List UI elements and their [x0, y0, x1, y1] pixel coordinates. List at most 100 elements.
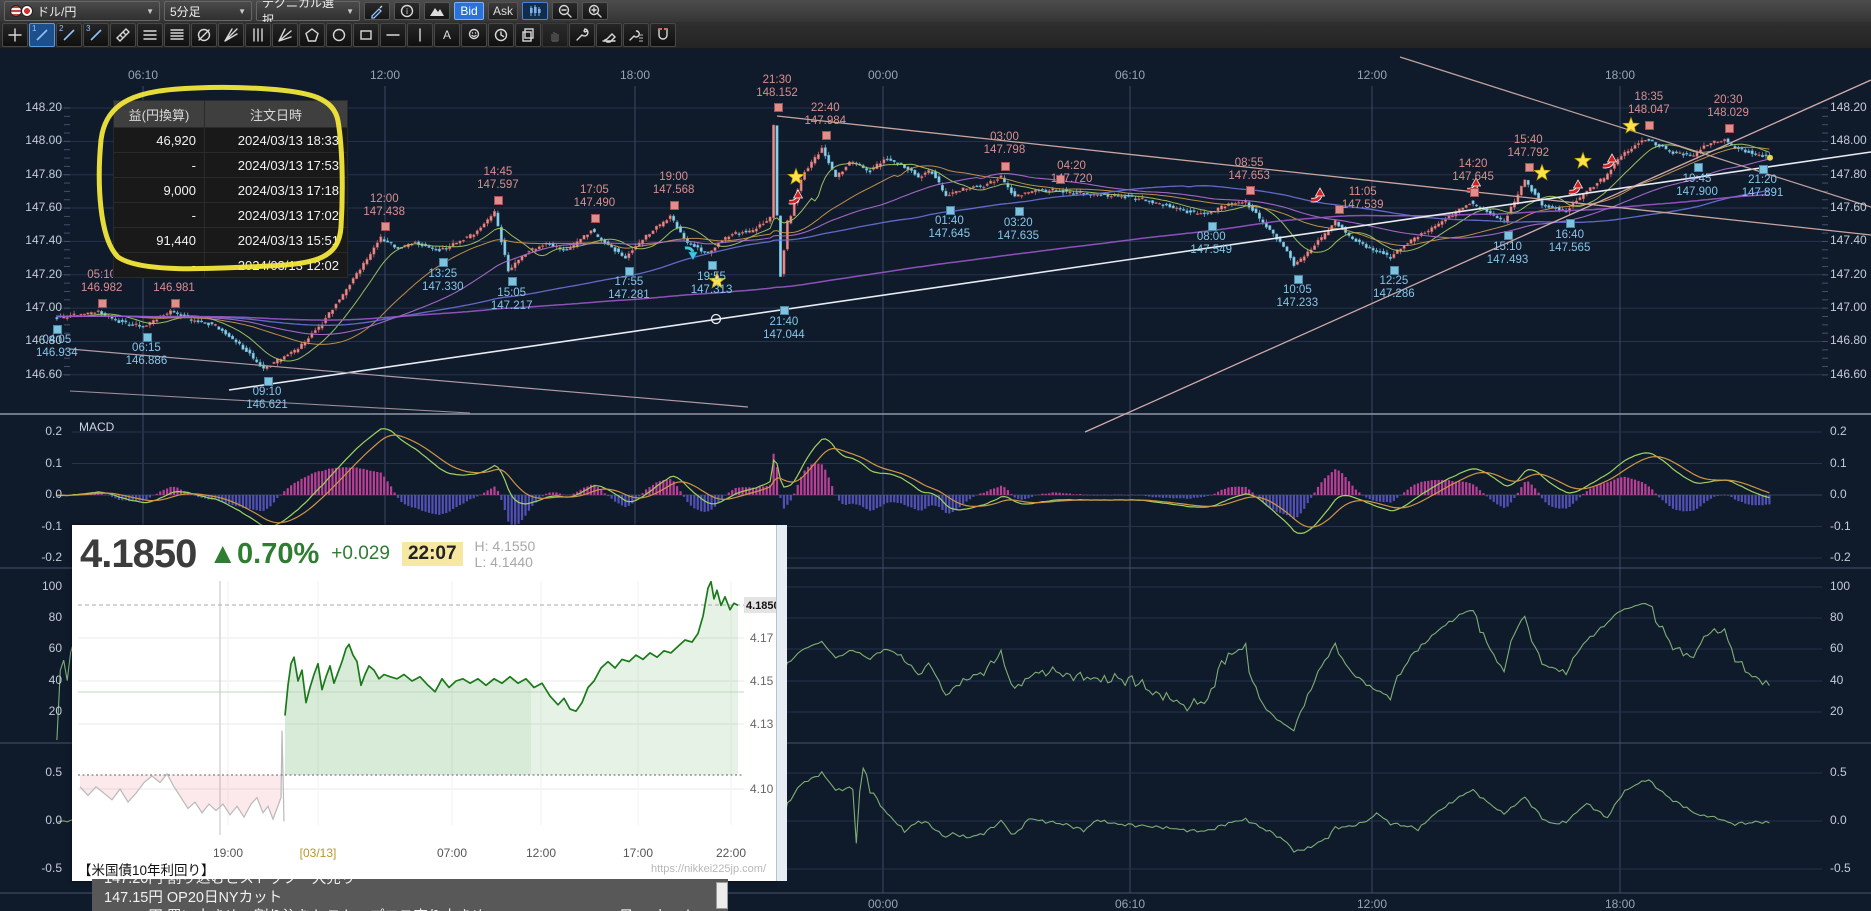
trade-row[interactable]: 46,9202024/03/13 18:33	[114, 128, 348, 153]
area-chart-button[interactable]	[424, 2, 450, 20]
hlines4-icon	[169, 27, 185, 43]
vertical-line-tool[interactable]	[407, 23, 433, 47]
high-low-block: H: 4.1550 L: 4.1440	[475, 538, 536, 570]
pitchfork-tool[interactable]	[272, 23, 298, 47]
svg-text:A: A	[443, 28, 451, 42]
tool-settings[interactable]	[623, 23, 649, 47]
table-header-profit: 益(円換算)	[114, 101, 205, 128]
profit-cell: -	[114, 203, 205, 228]
vertical-lines-tool[interactable]	[245, 23, 271, 47]
svg-text:19:00: 19:00	[213, 846, 243, 860]
datetime-cell: 2024/03/13 17:53	[205, 153, 348, 178]
trade-row[interactable]: -2024/03/13 17:53	[114, 153, 348, 178]
rectangle-tool[interactable]	[353, 23, 379, 47]
quote-time-badge: 22:07	[402, 542, 463, 566]
change-absolute: +0.029	[331, 543, 390, 565]
candle-chart-button[interactable]	[522, 2, 548, 20]
trade-history-table: 益(円換算) 注文日時 46,9202024/03/13 18:33-2024/…	[113, 100, 348, 278]
svg-text:07:00: 07:00	[437, 846, 467, 860]
hline-icon	[385, 27, 401, 43]
vline-icon	[412, 27, 428, 43]
popup-scrollbar[interactable]	[776, 525, 787, 881]
circle-icon	[331, 27, 347, 43]
svg-text:4.17: 4.17	[750, 631, 774, 645]
trendline-tool-2[interactable]: 2	[56, 23, 82, 47]
trendline-tool-1[interactable]: 1	[29, 23, 55, 47]
japan-flag-icon	[21, 5, 33, 17]
ask-button[interactable]: Ask	[488, 2, 518, 20]
candles-icon	[527, 3, 543, 19]
trade-row[interactable]: 9,0002024/03/13 17:18	[114, 178, 348, 203]
time-stamp-tool[interactable]	[488, 23, 514, 47]
chevron-down-icon: ▼	[238, 7, 246, 16]
magnet-icon	[655, 27, 671, 43]
info-button[interactable]: i	[394, 2, 420, 20]
timeframe-selector[interactable]: 5分足 ▼	[164, 1, 252, 21]
svg-text:4.13: 4.13	[750, 717, 774, 731]
news-ticker[interactable]: 147.20円 割り込むとストップ・大売り 147.15円 OP20日NYカット…	[92, 879, 728, 911]
parallel-lines-tool[interactable]	[137, 23, 163, 47]
datetime-cell: 2024/03/13 18:33	[205, 128, 348, 153]
ruler-icon	[115, 27, 131, 43]
main-toolbar: ドル/円 ▼ 5分足 ▼ テクニカル選択▼ i BidAsk	[0, 0, 1871, 22]
icon-stamp-tool[interactable]	[461, 23, 487, 47]
info-icon: i	[399, 3, 415, 19]
trade-row[interactable]: -2024/03/13 17:02	[114, 203, 348, 228]
pair-selector[interactable]: ドル/円 ▼	[4, 1, 160, 21]
ticker-scrollbar[interactable]	[716, 882, 728, 909]
last-price-dot	[1767, 155, 1773, 161]
technical-selector[interactable]: テクニカル選択▼	[256, 1, 360, 21]
gann-circle-tool[interactable]	[191, 23, 217, 47]
horizontal-line-tool[interactable]	[380, 23, 406, 47]
pentagon-tool[interactable]	[299, 23, 325, 47]
ellipse-tool[interactable]	[326, 23, 352, 47]
smiley-icon	[466, 27, 482, 43]
svg-text:22:00: 22:00	[716, 846, 746, 860]
timeframe-selector-label: 5分足	[170, 3, 201, 20]
zoom-out-button[interactable]	[552, 2, 578, 20]
zoom-in-button[interactable]	[582, 2, 608, 20]
trade-row[interactable]: 91,4402024/03/13 15:51	[114, 228, 348, 253]
fan2-icon	[277, 27, 293, 43]
drawing-toolbar: 123 A	[0, 22, 1871, 49]
fan-icon	[223, 27, 239, 43]
datetime-cell: 2024/03/13 17:18	[205, 178, 348, 203]
crosshair-tool[interactable]	[2, 23, 28, 47]
eraser-icon	[601, 27, 617, 43]
svg-text:i: i	[406, 7, 408, 16]
adjust-tool[interactable]	[569, 23, 595, 47]
eraser-tool[interactable]	[596, 23, 622, 47]
pair-selector-label: ドル/円	[37, 3, 76, 20]
trendline-tool-3[interactable]: 3	[83, 23, 109, 47]
bond-yield-popup: 4.204.174.154.134.104.185019:00[03/13]07…	[72, 525, 776, 881]
copy-tool[interactable]	[515, 23, 541, 47]
table-header-datetime: 注文日時	[205, 101, 348, 128]
text-tool[interactable]: A	[434, 23, 460, 47]
ticker-line[interactable]: 147.15円 OP20日NYカット	[104, 889, 724, 908]
pan-tool[interactable]	[542, 23, 568, 47]
profit-cell: -	[114, 153, 205, 178]
ticker-line[interactable]: 147.20円 割り込むとストップ・大売り	[104, 879, 724, 889]
low-value: L: 4.1440	[475, 554, 533, 570]
draw-line-button[interactable]	[364, 2, 390, 20]
bid-button[interactable]: Bid	[454, 2, 484, 20]
arccircle-icon	[196, 27, 212, 43]
trading-app-window: ドル/円▼5分足▼テクニカル選択▼iBidAsk 123A 06:1012:00…	[0, 0, 1871, 911]
profit-cell: 91,440	[114, 228, 205, 253]
svg-text:[03/13]: [03/13]	[300, 846, 337, 860]
svg-text:4.1850: 4.1850	[746, 600, 776, 612]
hand-icon	[547, 27, 563, 43]
zoomin-icon	[587, 3, 603, 19]
multi-lines-tool[interactable]	[164, 23, 190, 47]
ruler-tool[interactable]	[110, 23, 136, 47]
pencil-icon	[369, 3, 385, 19]
high-value: H: 4.1550	[475, 538, 536, 554]
chevron-down-icon: ▼	[146, 7, 154, 16]
fan-lines-tool[interactable]	[218, 23, 244, 47]
magnet-tool[interactable]	[650, 23, 676, 47]
source-url[interactable]: https://nikkei225jp.com/	[651, 863, 766, 875]
wrench2-icon	[628, 27, 644, 43]
profit-cell: 46,920	[114, 128, 205, 153]
trade-row[interactable]: -2024/03/13 12:02	[114, 253, 348, 278]
hlines-icon	[142, 27, 158, 43]
